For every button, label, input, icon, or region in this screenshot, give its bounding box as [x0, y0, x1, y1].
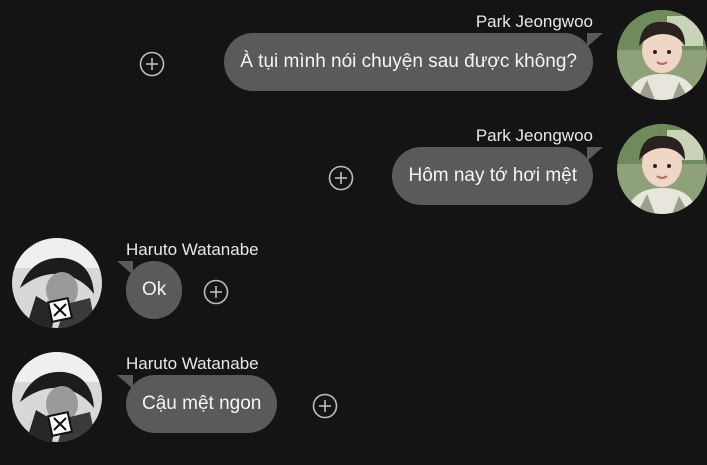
- avatar-photo-icon: [12, 238, 102, 328]
- avatar-photo-icon: [617, 124, 707, 214]
- message-row: Park Jeongwoo À tụi mình nói chuyện sau …: [0, 0, 707, 114]
- plus-circle-icon: [312, 393, 338, 419]
- message-bubble[interactable]: Cậu mệt ngon: [126, 375, 278, 433]
- plus-circle-icon: [328, 165, 354, 191]
- sender-name: Haruto Watanabe: [126, 354, 259, 373]
- message-bubble[interactable]: Hôm nay tớ hơi mệt: [392, 147, 593, 205]
- message-row: Haruto Watanabe Ok: [0, 228, 707, 342]
- add-reaction-button[interactable]: [328, 165, 354, 191]
- bubble-tail: [587, 33, 603, 47]
- avatar-haruto-watanabe[interactable]: [12, 352, 102, 442]
- message-row: Haruto Watanabe Cậu mệt ngon: [0, 342, 707, 456]
- add-reaction-button[interactable]: [203, 279, 229, 305]
- message-bubble[interactable]: Ok: [126, 261, 183, 319]
- add-reaction-button[interactable]: [139, 51, 165, 77]
- plus-circle-icon: [139, 51, 165, 77]
- sender-name: Park Jeongwoo: [475, 12, 593, 31]
- bubble-tail: [587, 147, 603, 161]
- sender-name: Park Jeongwoo: [475, 126, 593, 145]
- add-reaction-button[interactable]: [312, 393, 338, 419]
- sender-name: Haruto Watanabe: [126, 240, 259, 259]
- bubble-tail: [117, 375, 133, 389]
- bubble-tail: [117, 261, 133, 275]
- message-bubble[interactable]: À tụi mình nói chuyện sau được không?: [224, 33, 593, 91]
- avatar-photo-icon: [12, 352, 102, 442]
- plus-circle-icon: [203, 279, 229, 305]
- avatar-haruto-watanabe[interactable]: [12, 238, 102, 328]
- avatar-photo-icon: [617, 10, 707, 100]
- message-row: Park Jeongwoo Hôm nay tớ hơi mệt: [0, 114, 707, 228]
- avatar-park-jeongwoo[interactable]: [617, 10, 707, 100]
- avatar-park-jeongwoo[interactable]: [617, 124, 707, 214]
